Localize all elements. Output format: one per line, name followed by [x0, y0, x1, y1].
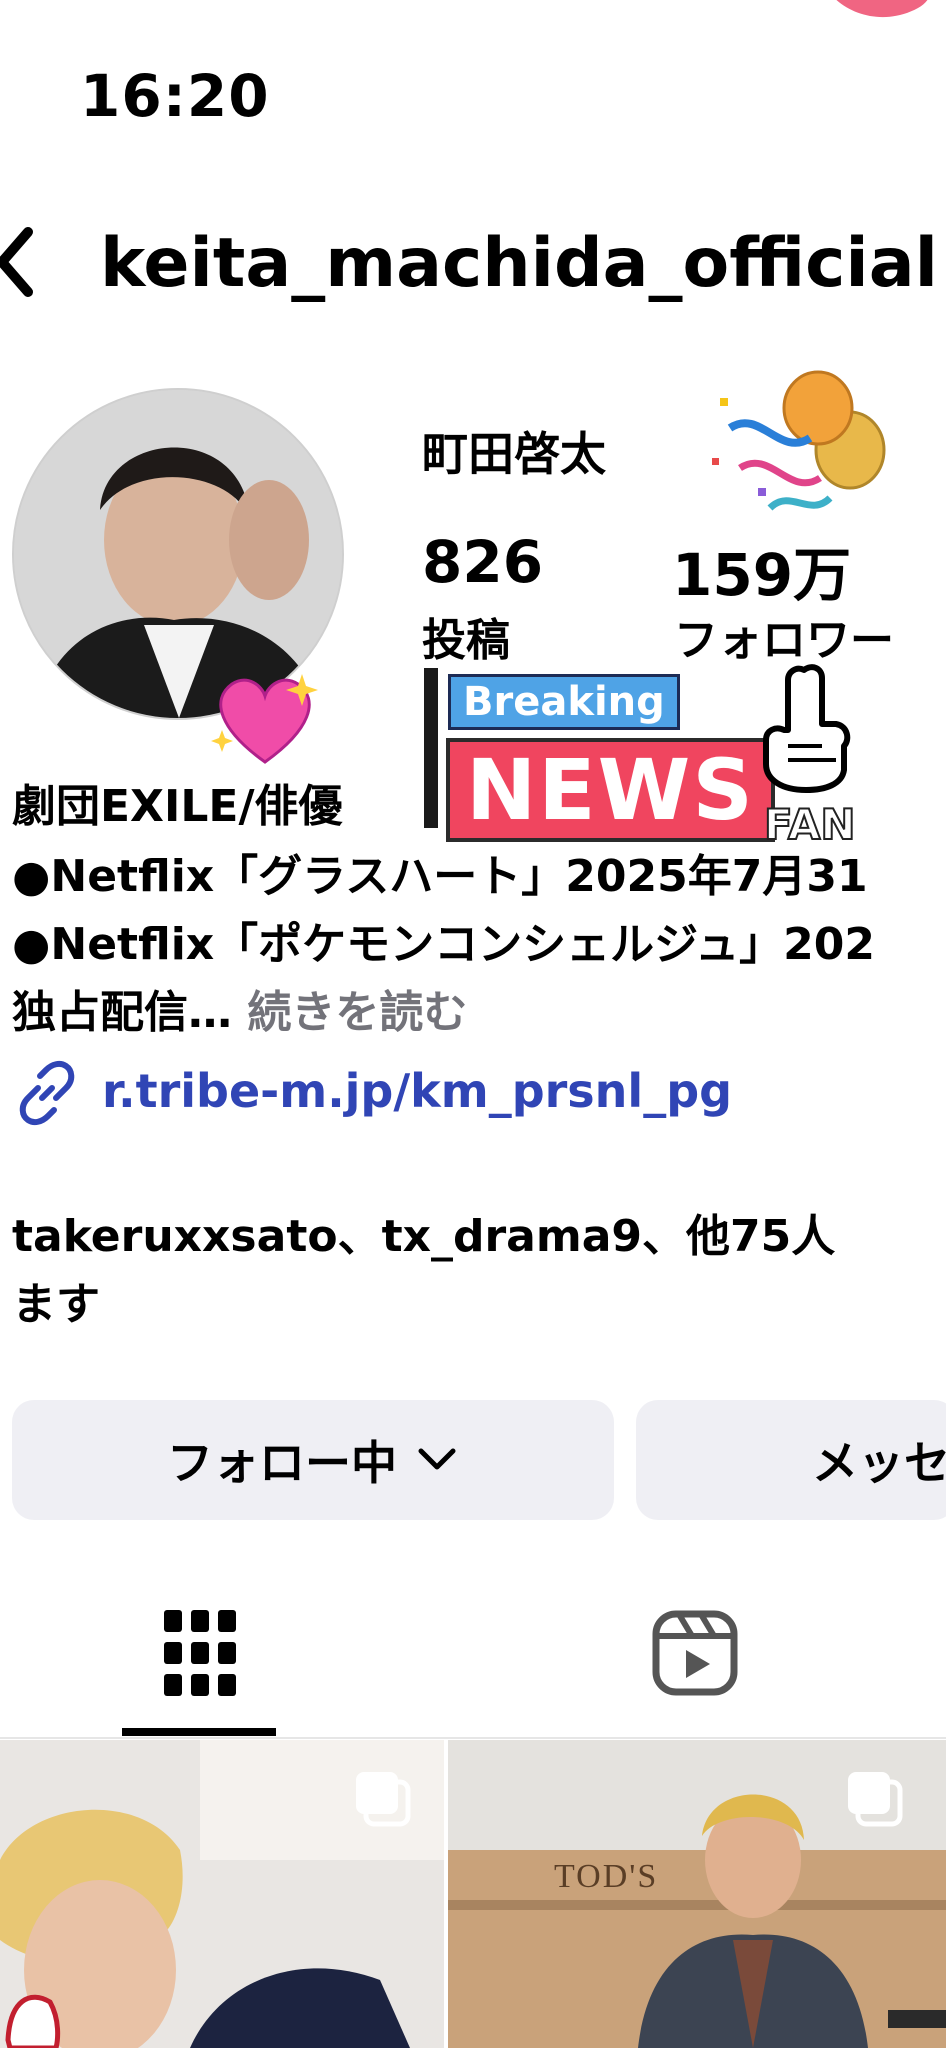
profile-username: keita_machida_official	[100, 224, 938, 303]
multiple-photos-icon	[848, 1772, 903, 1827]
status-time: 16:20	[80, 62, 270, 130]
chevron-down-icon	[418, 1448, 456, 1470]
party-popper-sticker-icon	[712, 370, 886, 511]
posts-count[interactable]: 826	[422, 528, 543, 596]
followed-by-line-2[interactable]: ます	[12, 1268, 100, 1332]
avatar-photo	[14, 390, 342, 718]
bio-line-2: ●Netflix「グラスハート」2025年7月31	[12, 851, 868, 902]
store-sign-text: TOD'S	[554, 1858, 659, 1895]
post-thumbnail-2[interactable]: TOD'S	[448, 1740, 946, 2048]
posts-label[interactable]: 投稿	[422, 604, 510, 668]
bio-line-4: 独占配信… 続きを読む	[12, 976, 467, 1040]
pointing-finger-sticker-icon	[763, 664, 851, 793]
tab-separator	[0, 1737, 946, 1739]
bio-line-1: 劇団EXILE/俳優	[12, 781, 343, 832]
grid-icon[interactable]	[164, 1610, 236, 1696]
bio-truncated-text: 独占配信…	[12, 987, 232, 1038]
display-name: 町田啓太	[422, 427, 606, 481]
message-button[interactable]: メッセ	[636, 1400, 946, 1520]
news-sticker-label: NEWS	[446, 738, 775, 842]
following-button[interactable]: フォロー中	[12, 1400, 614, 1520]
profile-link[interactable]: r.tribe-m.jp/km_prsnl_pg	[102, 1064, 732, 1118]
multiple-photos-icon	[356, 1772, 411, 1827]
link-icon	[19, 1060, 75, 1126]
breaking-sticker-label: Breaking	[448, 674, 680, 730]
followed-by-line-1[interactable]: takeruxxsato、tx_drama9、他75人	[12, 1200, 835, 1264]
read-more-link[interactable]: 続きを読む	[247, 987, 467, 1038]
reels-icon[interactable]	[652, 1610, 738, 1696]
followers-label[interactable]: フォロワー	[674, 604, 894, 668]
back-chevron-icon[interactable]	[0, 222, 44, 302]
news-sticker-shadow	[424, 668, 438, 828]
sparkle-heart-sticker-icon	[211, 674, 318, 764]
following-button-label: フォロー中	[167, 1436, 397, 1490]
active-tab-indicator	[122, 1728, 276, 1736]
followers-count[interactable]: 159万	[672, 528, 851, 612]
post-thumbnail-1[interactable]	[0, 1740, 444, 2048]
heart-sticker-icon	[836, 0, 928, 17]
message-button-label: メッセ	[812, 1436, 946, 1490]
bio-line-3: ●Netflix「ポケモンコンシェルジュ」202	[12, 919, 875, 970]
